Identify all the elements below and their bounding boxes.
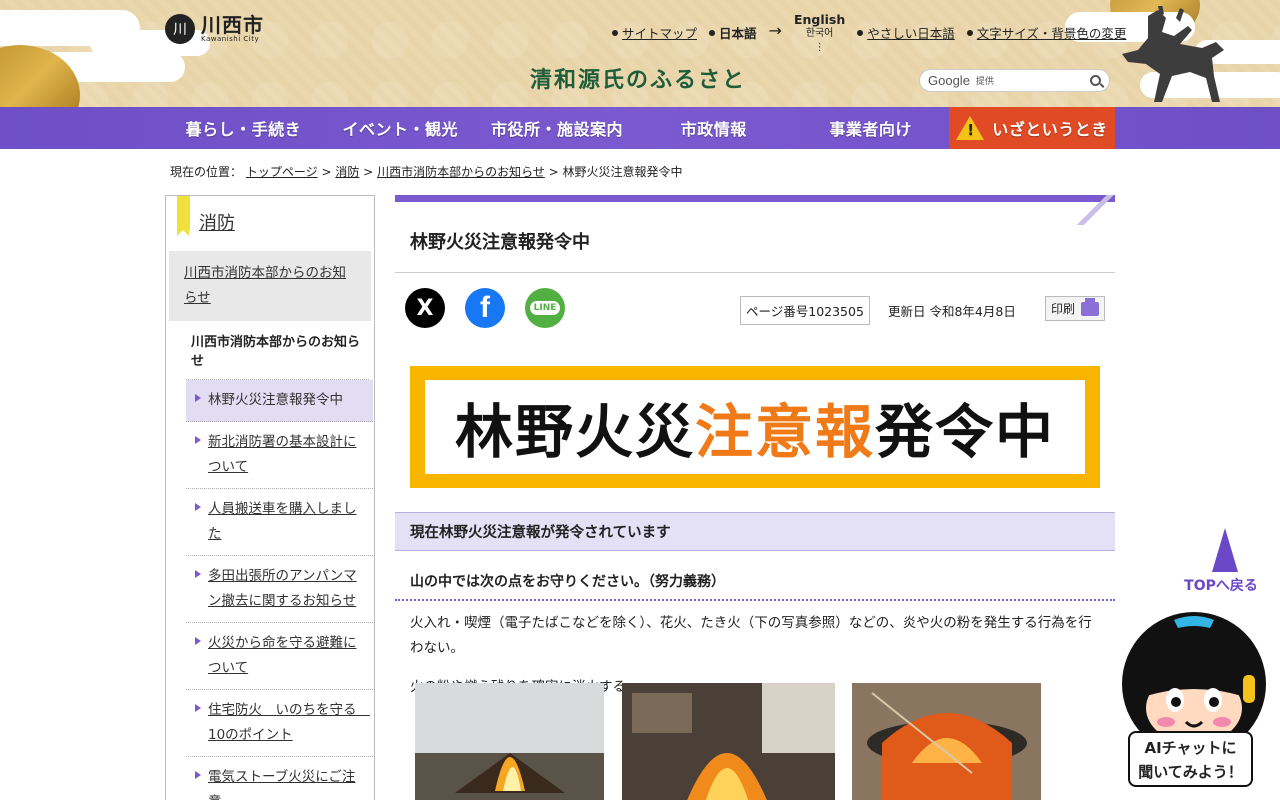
lang-korean[interactable]: 한국어 <box>806 27 834 41</box>
sidebar-heading-link[interactable]: 消防 <box>199 213 235 234</box>
ai-character-icon <box>1122 612 1266 742</box>
x-share-icon[interactable]: X <box>405 288 445 328</box>
search-brand: Google <box>928 73 970 88</box>
arrow-up-icon <box>1212 528 1238 572</box>
page-title: 林野火災注意報発令中 <box>395 202 1115 273</box>
nav-item-events[interactable]: イベント・観光 <box>322 107 479 149</box>
title-accent-bar <box>395 195 1115 225</box>
lang-japanese[interactable]: 日本語 <box>719 23 757 42</box>
bonfire-photo-3 <box>852 683 1041 800</box>
sidebar-item[interactable]: 新北消防署の基本設計について <box>186 422 373 489</box>
sidebar-item[interactable]: 林野火災注意報発令中 <box>186 380 373 422</box>
print-button[interactable]: 印刷 <box>1045 296 1105 321</box>
nav-item-facilities[interactable]: 市役所・施設案内 <box>479 107 636 149</box>
subsection-heading: 山の中では次の点をお守りください。（努力義務） <box>395 563 1115 601</box>
share-row: X f LINE ページ番号1023505 更新日 令和8年4月8日 印刷 <box>395 273 1115 351</box>
nav-item-emergency[interactable]: いざというとき <box>948 107 1115 149</box>
bullet-icon <box>709 29 716 36</box>
search-icon[interactable] <box>1090 75 1101 86</box>
warning-icon <box>956 116 985 140</box>
sidebar-subheading: 川西市消防本部からのお知らせ <box>186 331 369 380</box>
ai-chat-button[interactable]: AIチャットに 聞いてみよう！ <box>1118 612 1273 792</box>
breadcrumb-current: 林野火災注意報発令中 <box>562 165 683 179</box>
lang-english[interactable]: English <box>794 13 845 27</box>
sidebar-item[interactable]: 電気ストーブ火災にご注意 <box>186 757 373 800</box>
bullet-icon <box>612 29 618 36</box>
bookmark-icon <box>177 196 190 236</box>
global-nav: 暮らし・手続き イベント・観光 市役所・施設案内 市政情報 事業者向け いざとい… <box>0 107 1280 149</box>
sidebar-section-link[interactable]: 川西市消防本部からのお知らせ <box>184 265 346 306</box>
search-input[interactable]: Google 提供 <box>919 69 1110 92</box>
breadcrumb-link-top[interactable]: トップページ <box>246 165 318 179</box>
breadcrumb-link-fire[interactable]: 消防 <box>335 165 359 179</box>
nav-item-city-info[interactable]: 市政情報 <box>635 107 792 149</box>
updated-date: 更新日 令和8年4月8日 <box>888 304 1016 319</box>
sidebar-list: 林野火災注意報発令中 新北消防署の基本設計について 人員搬送車を購入しました 多… <box>186 380 373 800</box>
bullet-icon <box>966 29 973 36</box>
nav-item-living[interactable]: 暮らし・手続き <box>165 107 322 149</box>
site-tagline: 清和源氏のふるさと <box>530 67 747 93</box>
bonfire-photo-1 <box>415 683 604 800</box>
page-number: ページ番号1023505 <box>740 296 870 325</box>
sidebar-item[interactable]: 多田出張所のアンパンマン撤去に関するお知らせ <box>186 556 373 623</box>
logo-mark-icon: 川 <box>165 14 195 44</box>
sitemap-link[interactable]: サイトマップ <box>622 23 697 42</box>
facebook-share-icon[interactable]: f <box>465 288 505 328</box>
logo-subtitle: Kawanishi City <box>201 35 260 43</box>
sidebar-item[interactable]: 人員搬送車を購入しました <box>186 489 373 556</box>
breadcrumb-prefix: 現在の位置： <box>170 165 243 179</box>
site-logo[interactable]: 川 川西市 Kawanishi City <box>165 14 264 44</box>
banner-text-3: 発令中 <box>875 398 1056 466</box>
utility-links: サイトマップ 日本語 → English 한국어 ⋮ やさしい日本語 文字サイズ… <box>612 13 1126 55</box>
sidebar-item[interactable]: 火災から命を守る避難について <box>186 623 373 690</box>
more-languages-icon[interactable]: ⋮ <box>815 41 825 55</box>
emergency-label: いざというとき <box>992 120 1108 139</box>
nav-item-business[interactable]: 事業者向け <box>792 107 949 149</box>
site-header: 川 川西市 Kawanishi City サイトマップ 日本語 → Englis… <box>0 0 1280 107</box>
logo-name: 川西市 <box>201 13 264 37</box>
alert-banner: 林野火災 注意報 発令中 <box>410 366 1100 488</box>
bullet-icon <box>857 29 864 36</box>
line-share-icon[interactable]: LINE <box>525 288 565 328</box>
breadcrumb-link-notices[interactable]: 川西市消防本部からのお知らせ <box>377 165 545 179</box>
section-heading: 現在林野火災注意報が発令されています <box>395 512 1115 551</box>
text-size-link[interactable]: 文字サイズ・背景色の変更 <box>977 23 1127 42</box>
easy-japanese-link[interactable]: やさしい日本語 <box>867 23 955 42</box>
search-provided: 提供 <box>975 77 994 87</box>
banner-text-1: 林野火災 <box>454 398 695 466</box>
banner-text-2: 注意報 <box>694 398 875 466</box>
sidebar-item[interactable]: 住宅防火 いのちを守る 10のポイント <box>186 690 373 757</box>
ai-chat-label: AIチャットに 聞いてみよう！ <box>1128 731 1253 787</box>
bonfire-photo-2 <box>622 683 835 800</box>
back-to-top-label: TOPへ戻る <box>1184 578 1258 594</box>
back-to-top-button[interactable]: TOPへ戻る <box>1184 528 1264 595</box>
main-content: 林野火災注意報発令中 X f LINE ページ番号1023505 更新日 令和8… <box>395 195 1115 800</box>
language-selector[interactable]: English 한국어 ⋮ <box>794 13 845 55</box>
photo-gallery <box>415 683 1115 800</box>
print-label: 印刷 <box>1051 302 1076 316</box>
sidebar-section: 川西市消防本部からのお知らせ <box>169 251 371 321</box>
paragraph: 火入れ・喫煙（電子たばこなどを除く）、花火、たき火（下の写真参照）などの、炎や火… <box>410 615 1092 656</box>
samurai-statue-icon <box>1122 6 1224 102</box>
arrow-right-icon: → <box>768 21 782 40</box>
sidebar: 消防 川西市消防本部からのお知らせ 川西市消防本部からのお知らせ 林野火災注意報… <box>165 195 375 800</box>
printer-icon <box>1081 297 1100 316</box>
breadcrumb: 現在の位置： トップページ > 消防 > 川西市消防本部からのお知らせ > 林野… <box>170 165 683 179</box>
